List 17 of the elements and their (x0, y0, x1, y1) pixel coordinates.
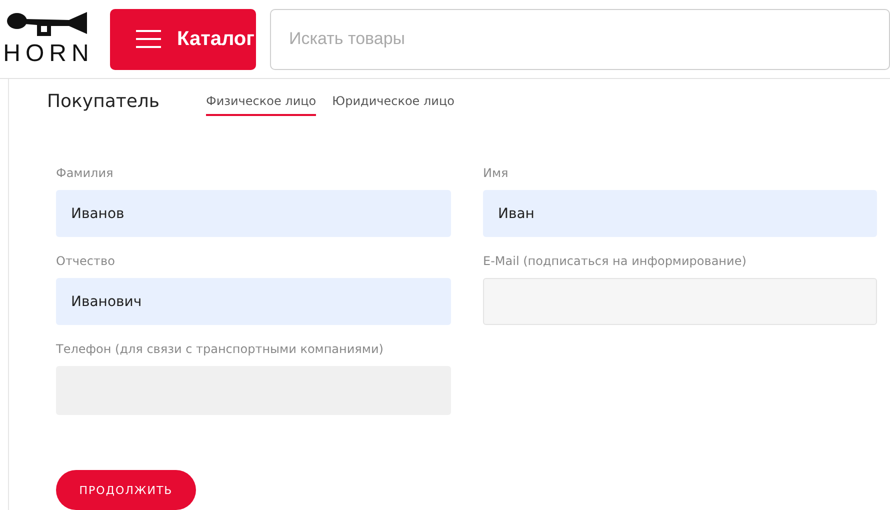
input-field[interactable] (483, 278, 877, 325)
section-title: Покупатель (47, 91, 161, 113)
logo-text: HORN (3, 42, 94, 66)
catalog-button[interactable]: Каталог (110, 8, 256, 70)
input-field[interactable]: Иванов (56, 190, 451, 237)
field-label: Отчество (56, 254, 116, 270)
continue-button[interactable]: ПРОДОЛЖИТЬ (56, 470, 196, 510)
input-field[interactable]: Иванович (56, 278, 451, 325)
search-field[interactable]: Искать товары (270, 8, 890, 70)
input-field[interactable]: Иван (483, 190, 877, 237)
field-label: Фамилия (56, 166, 114, 182)
tab[interactable]: Физическое лицо (206, 91, 316, 116)
field-label: Телефон (для связи с транспортными компаниями) (56, 342, 384, 358)
field-label: Имя (483, 166, 510, 182)
menu-icon (136, 29, 161, 49)
field-label: E-Mail (подписаться на информирование) (483, 254, 748, 270)
tab[interactable]: Юридическое лицо (332, 91, 454, 116)
